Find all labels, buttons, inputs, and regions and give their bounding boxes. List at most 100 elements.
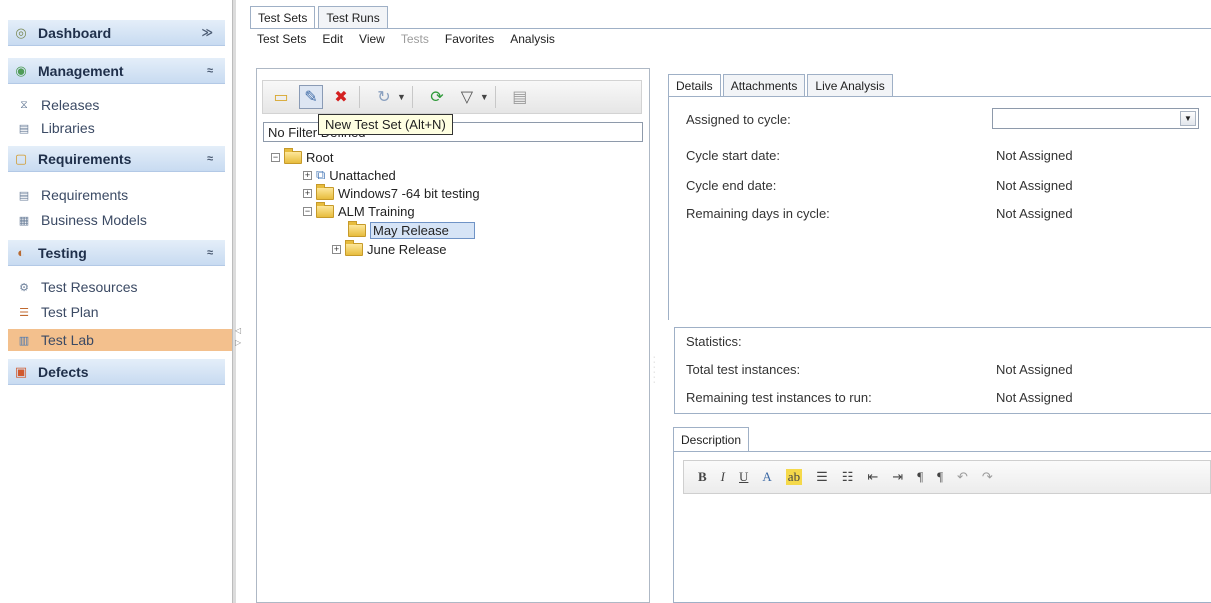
sidebar-group-defects[interactable]: ▣ Defects [8, 359, 225, 385]
sidebar-item-requirements[interactable]: ▤ Requirements [16, 185, 128, 205]
splitter-arrows-icon[interactable]: ◁ ▷ [235, 325, 247, 349]
rtl-icon[interactable]: ¶ [937, 469, 943, 485]
menu-edit[interactable]: Edit [322, 32, 343, 46]
tab-test-sets[interactable]: Test Sets [250, 6, 316, 28]
sidebar-item-business-models[interactable]: ▦ Business Models [16, 210, 147, 230]
collapse-chevron-icon[interactable]: ≫ [201, 26, 213, 39]
remaining-test-instances-value: Not Assigned [996, 389, 1073, 405]
sidebar-item-label: Test Plan [41, 304, 99, 320]
sidebar-item-label: Requirements [41, 187, 129, 203]
cycle-end-date-value: Not Assigned [996, 177, 1073, 193]
tree-node-windows7[interactable]: + Windows7 -64 bit testing [303, 183, 480, 202]
underline-icon[interactable]: U [739, 469, 748, 485]
bullet-list-icon[interactable]: ☰ [816, 469, 828, 485]
sidebar-item-test-plan[interactable]: ☰ Test Plan [16, 302, 99, 322]
tab-description[interactable]: Description [673, 427, 750, 451]
expand-icon[interactable]: + [303, 170, 312, 180]
filter-dropdown-icon[interactable]: ▼ [480, 92, 489, 102]
assigned-to-cycle-select[interactable]: ▼ [992, 108, 1199, 129]
test-lab-icon: ▥ [18, 334, 30, 347]
tree-node-unattached[interactable]: + ⧉ Unattached [303, 166, 396, 184]
ltr-icon[interactable]: ¶ [917, 469, 923, 485]
tree-node-root[interactable]: − Root [271, 147, 333, 166]
tab-test-runs[interactable]: Test Runs [318, 6, 388, 28]
delete-icon[interactable]: ✖ [329, 85, 353, 109]
tree-node-label: May Release [370, 221, 475, 239]
tree-node-may-release[interactable]: May Release [348, 220, 475, 239]
italic-icon[interactable]: I [721, 469, 725, 485]
new-test-set-icon[interactable]: ✎ [299, 85, 323, 109]
remaining-test-instances-label: Remaining test instances to run: [686, 389, 872, 405]
menu-view[interactable]: View [359, 32, 385, 46]
requirements-icon: ▢ [14, 150, 28, 166]
sidebar-group-label: Defects [38, 363, 89, 380]
sidebar-group-dashboard[interactable]: ◎ Dashboard ≫ [8, 20, 225, 46]
filter-icon[interactable]: ▽ [455, 85, 479, 109]
test-resources-icon: ⚙ [19, 281, 29, 294]
tree-node-label: Windows7 -64 bit testing [338, 185, 480, 201]
sidebar-group-label: Management [38, 62, 124, 79]
menu-tests[interactable]: Tests [401, 32, 429, 46]
collapse-chevron-icon[interactable]: ≈ [207, 65, 213, 77]
sidebar-item-releases[interactable]: ⧖ Releases [16, 95, 99, 115]
cycle-end-date-label: Cycle end date: [686, 177, 777, 193]
sidebar-splitter[interactable] [232, 0, 236, 603]
tab-live-analysis[interactable]: Live Analysis [807, 74, 893, 96]
tab-attachments[interactable]: Attachments [722, 74, 806, 96]
outdent-icon[interactable]: ⇤ [867, 469, 878, 485]
sidebar-item-libraries[interactable]: ▤ Libraries [16, 118, 95, 138]
expand-icon[interactable]: + [332, 244, 341, 254]
toolbar-separator [411, 86, 413, 108]
tree-node-alm-training[interactable]: − ALM Training [303, 201, 415, 220]
sidebar-group-management[interactable]: ◉ Management ≈ [8, 58, 225, 84]
remaining-days-value: Not Assigned [996, 205, 1073, 221]
collapse-chevron-icon[interactable]: ≈ [207, 247, 213, 259]
new-test-set-tooltip: New Test Set (Alt+N) [318, 114, 453, 135]
tree-node-june-release[interactable]: + June Release [332, 239, 447, 258]
tab-details[interactable]: Details [668, 74, 721, 96]
bold-icon[interactable]: B [698, 469, 707, 485]
assigned-to-cycle-label: Assigned to cycle: [686, 111, 791, 127]
details-icon[interactable]: ▤ [508, 85, 532, 109]
menu-test-sets[interactable]: Test Sets [257, 32, 306, 46]
refresh-dropdown-icon[interactable]: ▼ [397, 92, 406, 102]
statistics-title: Statistics: [686, 333, 742, 349]
collapse-icon[interactable]: − [271, 152, 280, 162]
font-color-icon[interactable]: A [762, 469, 771, 485]
releases-icon: ⧖ [20, 98, 28, 111]
indent-icon[interactable]: ⇥ [892, 469, 903, 485]
redo-icon[interactable]: ↷ [982, 469, 993, 485]
total-test-instances-value: Not Assigned [996, 361, 1073, 377]
sidebar-item-label: Libraries [41, 120, 95, 136]
menu-analysis[interactable]: Analysis [510, 32, 555, 46]
sidebar-item-test-resources[interactable]: ⚙ Test Resources [16, 277, 137, 297]
sidebar-group-label: Dashboard [38, 24, 112, 41]
sidebar-item-label: Releases [41, 97, 100, 113]
sidebar-group-label: Requirements [38, 150, 132, 167]
numbered-list-icon[interactable]: ☷ [842, 469, 854, 485]
filter-refresh-icon[interactable]: ⟳ [425, 85, 449, 109]
testing-icon: ◐ [17, 245, 25, 260]
expand-icon[interactable]: + [303, 188, 312, 198]
dashboard-icon: ◎ [15, 24, 27, 40]
toolbar-separator [359, 86, 360, 108]
refresh-icon[interactable]: ↻ [372, 85, 396, 109]
chevron-down-icon[interactable]: ▼ [1180, 111, 1196, 126]
business-models-icon: ▦ [18, 214, 30, 227]
sidebar-group-testing[interactable]: ◐ Testing ≈ [8, 240, 225, 266]
folder-icon [316, 201, 334, 218]
collapse-icon[interactable]: − [303, 206, 312, 216]
pane-splitter-grip[interactable]: · · · · · · [653, 354, 655, 386]
folder-icon [348, 220, 366, 237]
new-folder-icon[interactable]: ▭ [269, 85, 293, 109]
undo-icon[interactable]: ↶ [957, 469, 968, 485]
menu-favorites[interactable]: Favorites [445, 32, 494, 46]
sidebar-item-label: Business Models [41, 212, 147, 228]
highlight-icon[interactable]: ab [785, 469, 803, 485]
collapse-chevron-icon[interactable]: ≈ [207, 153, 213, 165]
sidebar-item-test-lab[interactable]: ▥ Test Lab [8, 329, 232, 351]
total-test-instances-label: Total test instances: [686, 361, 801, 377]
menubar: Test Sets Edit View Tests Favorites Anal… [250, 28, 1211, 48]
folder-icon [284, 147, 302, 164]
sidebar-group-requirements[interactable]: ▢ Requirements ≈ [8, 146, 225, 172]
